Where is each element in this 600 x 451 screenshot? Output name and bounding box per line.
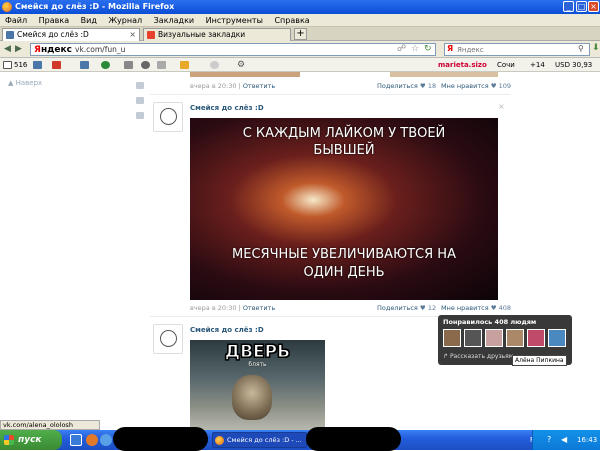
menu-bar: Файл Правка Вид Журнал Закладки Инструме…: [0, 14, 600, 27]
menu-bookmarks[interactable]: Закладки: [154, 14, 194, 27]
quicklaunch-ie-icon[interactable]: [100, 434, 112, 446]
menu-view[interactable]: Вид: [81, 14, 97, 27]
list-icon[interactable]: [124, 61, 133, 69]
city[interactable]: Сочи: [497, 58, 515, 72]
tab-visual-bookmarks[interactable]: Визуальные закладки: [143, 28, 291, 41]
close-button[interactable]: ×: [588, 1, 599, 12]
search-input[interactable]: [457, 45, 567, 55]
vk-favicon-icon: [6, 31, 14, 39]
gear-icon[interactable]: ⚙: [237, 58, 245, 72]
yandex-disk-icon[interactable]: [52, 61, 61, 69]
back-arrow-icon[interactable]: ◀: [4, 44, 11, 54]
sidebar-list-icon[interactable]: [136, 112, 144, 119]
tab-label: Визуальные закладки: [158, 30, 246, 39]
minimize-button[interactable]: _: [563, 1, 574, 12]
firefox-icon: [2, 2, 12, 12]
reload-icon[interactable]: ↻: [424, 44, 432, 54]
post-author[interactable]: Смейся до слёз :D: [190, 326, 264, 334]
bookmark-star-icon[interactable]: ☆: [411, 44, 419, 54]
user-name[interactable]: marieta.sizo: [438, 58, 487, 72]
post-meta: вчера в 20:30 | Ответить: [190, 304, 276, 312]
avatar[interactable]: [153, 324, 183, 354]
maximize-button[interactable]: □: [576, 1, 587, 12]
new-tab-button[interactable]: +: [294, 28, 307, 40]
sidebar-message-icon[interactable]: [136, 97, 144, 104]
taskbar: пуск Смейся до слёз :D - ... RU ? ◀ 16:4…: [0, 427, 600, 451]
vk-icon[interactable]: [33, 61, 42, 69]
download-icon[interactable]: ⬇: [592, 43, 600, 53]
start-button[interactable]: пуск: [0, 430, 62, 450]
url-text[interactable]: vk.com/fun_u: [75, 44, 125, 56]
menu-help[interactable]: Справка: [274, 14, 309, 27]
forward-arrow-icon[interactable]: ▶: [15, 44, 22, 54]
vk-page: ▲ Наверх вчера в 20:30 | Ответить Подели…: [0, 72, 600, 430]
user-icon[interactable]: [101, 61, 110, 69]
status-bar-url: vk.com/alena_ololosh: [0, 420, 100, 430]
scroll-up-link[interactable]: ▲ Наверх: [8, 79, 42, 87]
share-link[interactable]: Поделиться ♥ 12: [377, 304, 436, 312]
weather[interactable]: +14: [530, 58, 545, 72]
yandex-logo: Яндекс: [34, 45, 72, 55]
volume-icon[interactable]: ◀: [561, 430, 567, 450]
tab-label: Смейся до слёз :D: [17, 30, 89, 39]
menu-history[interactable]: Журнал: [108, 14, 142, 27]
avatar[interactable]: [153, 102, 183, 132]
vk-toolbar-icon[interactable]: [80, 61, 89, 69]
navigation-bar: ◀ ▶ Яндекс vk.com/fun_u ☍ ☆ ↻ Я ⚲ ⬇: [0, 41, 600, 58]
currency[interactable]: USD 30,93: [555, 58, 592, 72]
like-button[interactable]: Мне нравится ♥ 109: [441, 82, 511, 90]
liker-avatar[interactable]: [485, 329, 503, 347]
menu-edit[interactable]: Правка: [39, 14, 69, 27]
reply-link[interactable]: Ответить: [243, 82, 275, 90]
yandex-search-icon: Я: [447, 44, 454, 53]
post-image[interactable]: С КАЖДЫМ ЛАЙКОМ У ТВОЕЙ БЫВШЕЙ МЕСЯЧНЫЕ …: [190, 118, 498, 300]
liker-avatar[interactable]: [527, 329, 545, 347]
reader-icon[interactable]: ☍: [397, 44, 406, 54]
help-icon[interactable]: ?: [547, 430, 551, 450]
liker-avatar[interactable]: [443, 329, 461, 347]
redacted-area: [306, 427, 401, 451]
chart-icon[interactable]: [180, 61, 189, 69]
redacted-area: [113, 427, 208, 451]
tab-close-icon[interactable]: ×: [129, 29, 136, 41]
tab-vk[interactable]: Смейся до слёз :D ×: [2, 28, 140, 41]
share-link[interactable]: Поделиться ♥ 18: [377, 82, 436, 90]
search-magnifier-icon[interactable]: ⚲: [578, 44, 584, 53]
liker-avatar[interactable]: [464, 329, 482, 347]
tell-friends-link[interactable]: ↱ Рассказать друзьям: [443, 353, 513, 360]
window-title: Смейся до слёз :D - Mozilla Firefox: [15, 2, 175, 11]
post-meta: вчера в 20:30 | Ответить: [190, 82, 276, 90]
window-titlebar: Смейся до слёз :D - Mozilla Firefox _ □ …: [0, 0, 600, 14]
post-close-icon[interactable]: ×: [498, 102, 505, 111]
post-image[interactable]: ДВЕРЬ блять: [190, 340, 325, 430]
taskbar-item-firefox[interactable]: Смейся до слёз :D - ...: [212, 432, 307, 448]
liker-avatar[interactable]: [548, 329, 566, 347]
quicklaunch-firefox-icon[interactable]: [86, 434, 98, 446]
post-divider: [150, 94, 510, 95]
chat-icon[interactable]: [210, 61, 219, 69]
liker-tooltip: Алёна Пипкина: [512, 355, 567, 366]
sidebar-chat-icon[interactable]: [136, 82, 144, 89]
liker-avatar[interactable]: [506, 329, 524, 347]
likes-popup-title[interactable]: Понравилось 408 людям: [443, 318, 536, 326]
previous-post-image: [190, 72, 498, 78]
reply-link[interactable]: Ответить: [243, 304, 275, 312]
video-icon[interactable]: [157, 61, 166, 69]
mail-icon[interactable]: [3, 61, 12, 69]
menu-tools[interactable]: Инструменты: [206, 14, 263, 27]
clock: 16:43: [577, 436, 598, 444]
yandex-bar: 516 ⚙ marieta.sizo Сочи +14 USD 30,93: [0, 58, 600, 72]
firefox-icon: [215, 436, 224, 445]
menu-file[interactable]: Файл: [5, 14, 27, 27]
post-author[interactable]: Смейся до слёз :D: [190, 104, 264, 112]
system-tray: ? ◀ 16:43: [532, 430, 600, 450]
quicklaunch-desktop-icon[interactable]: [70, 434, 82, 446]
windows-logo-icon: [4, 435, 14, 445]
disk-icon[interactable]: [141, 61, 150, 69]
address-bar[interactable]: Яндекс vk.com/fun_u ☍ ☆ ↻: [30, 43, 436, 56]
search-box[interactable]: Я ⚲: [444, 43, 590, 56]
mail-count[interactable]: 516: [14, 58, 27, 72]
like-button[interactable]: Мне нравится ♥ 408: [441, 304, 511, 312]
yandex-favicon-icon: [147, 31, 155, 39]
